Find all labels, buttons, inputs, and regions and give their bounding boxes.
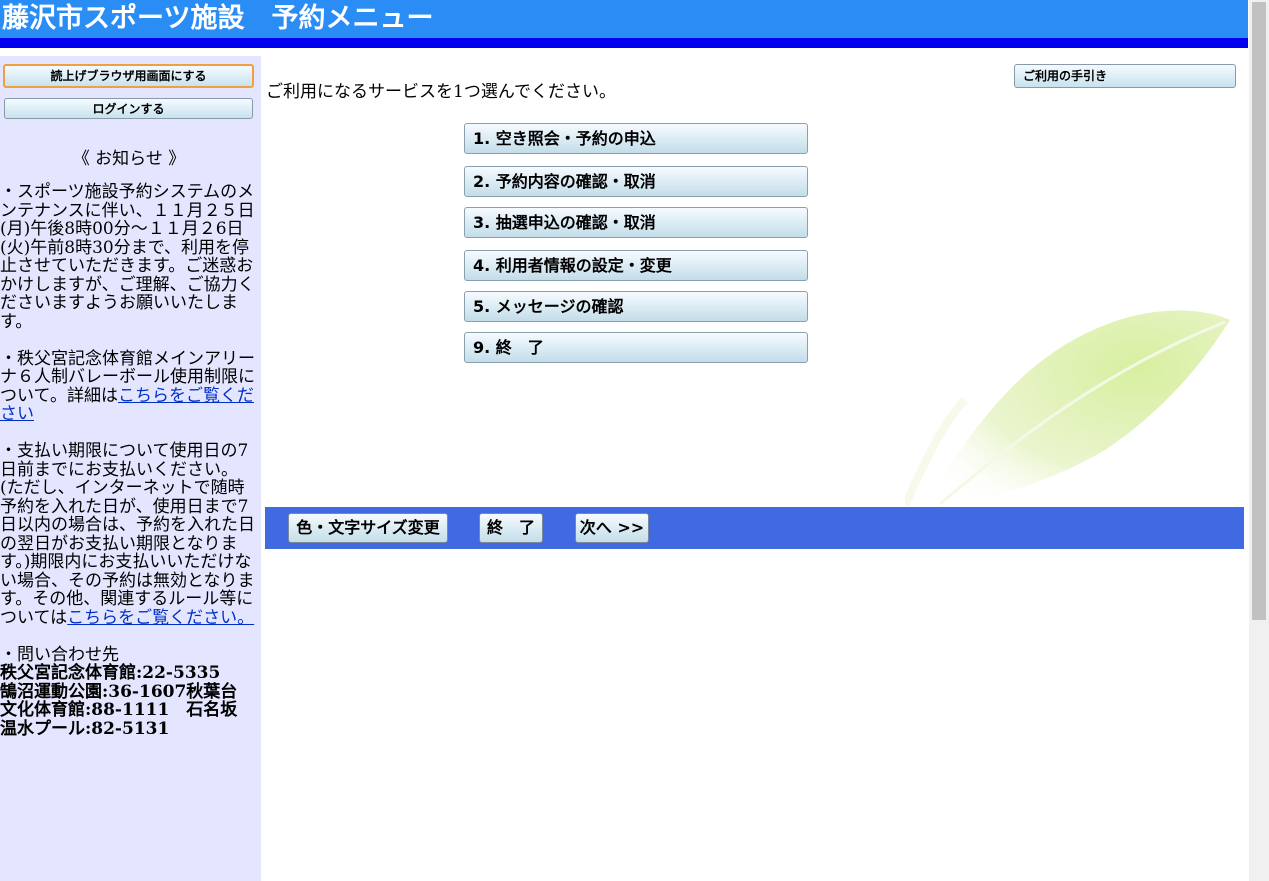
reader-browser-button[interactable]: 読上げブラウザ用画面にする <box>3 64 254 88</box>
contact-line: 秩父宮記念体育館:22-5335 <box>0 663 221 683</box>
contact-line: 鵠沼運動公園:36-1607秋葉台 <box>0 681 238 702</box>
instruction-text: ご利用になるサービスを1つ選んでください。 <box>266 82 616 102</box>
menu-exit[interactable]: 9. 終 了 <box>464 332 808 363</box>
notice-maintenance: ・スポーツ施設予約システムのメンテナンスに伴い、１１月２５日(月)午後8時00分… <box>0 182 255 332</box>
menu-user-info-settings[interactable]: 4. 利用者情報の設定・変更 <box>464 250 808 281</box>
menu-reservation-confirm-cancel[interactable]: 2. 予約内容の確認・取消 <box>464 166 808 197</box>
page-header: 藤沢市スポーツ施設 予約メニュー <box>0 0 1248 38</box>
login-button[interactable]: ログインする <box>4 98 253 119</box>
menu-lottery-confirm-cancel[interactable]: 3. 抽選申込の確認・取消 <box>464 207 808 238</box>
scrollbar-thumb[interactable] <box>1252 2 1266 620</box>
next-button[interactable]: 次へ >> <box>575 513 649 543</box>
contact-title: ・問い合わせ先 <box>0 644 119 665</box>
page-title: 藤沢市スポーツ施設 予約メニュー <box>2 3 434 34</box>
menu-availability-reservation[interactable]: 1. 空き照会・予約の申込 <box>464 123 808 154</box>
user-guide-button[interactable]: ご利用の手引き <box>1014 64 1236 88</box>
leaf-illustration <box>905 310 1230 506</box>
color-font-size-button[interactable]: 色・文字サイズ変更 <box>288 513 448 543</box>
notice-list: ・スポーツ施設予約システムのメンテナンスに伴い、１１月２５日(月)午後8時00分… <box>0 183 258 738</box>
contact-line: 温水プール:82-5131 <box>0 718 170 739</box>
notice-payment: ・支払い期限について使用日の7日前までにお支払いください。(ただし、インターネッ… <box>0 442 258 627</box>
notice-payment-text: ・支払い期限について使用日の7日前までにお支払いください。(ただし、インターネッ… <box>0 441 255 628</box>
contact-line: 文化体育館:88-1111 石名坂 <box>0 700 238 720</box>
exit-button[interactable]: 終 了 <box>479 513 543 543</box>
notice-volleyball: ・秩父宮記念体育館メインアリーナ６人制バレーボール使用制限について。詳細はこちら… <box>0 349 258 424</box>
notice-title: 《 お知らせ 》 <box>72 149 186 169</box>
notice-payment-link[interactable]: こちらをご覧ください。 <box>67 608 254 628</box>
header-underline <box>0 38 1248 48</box>
menu-messages[interactable]: 5. メッセージの確認 <box>464 291 808 322</box>
